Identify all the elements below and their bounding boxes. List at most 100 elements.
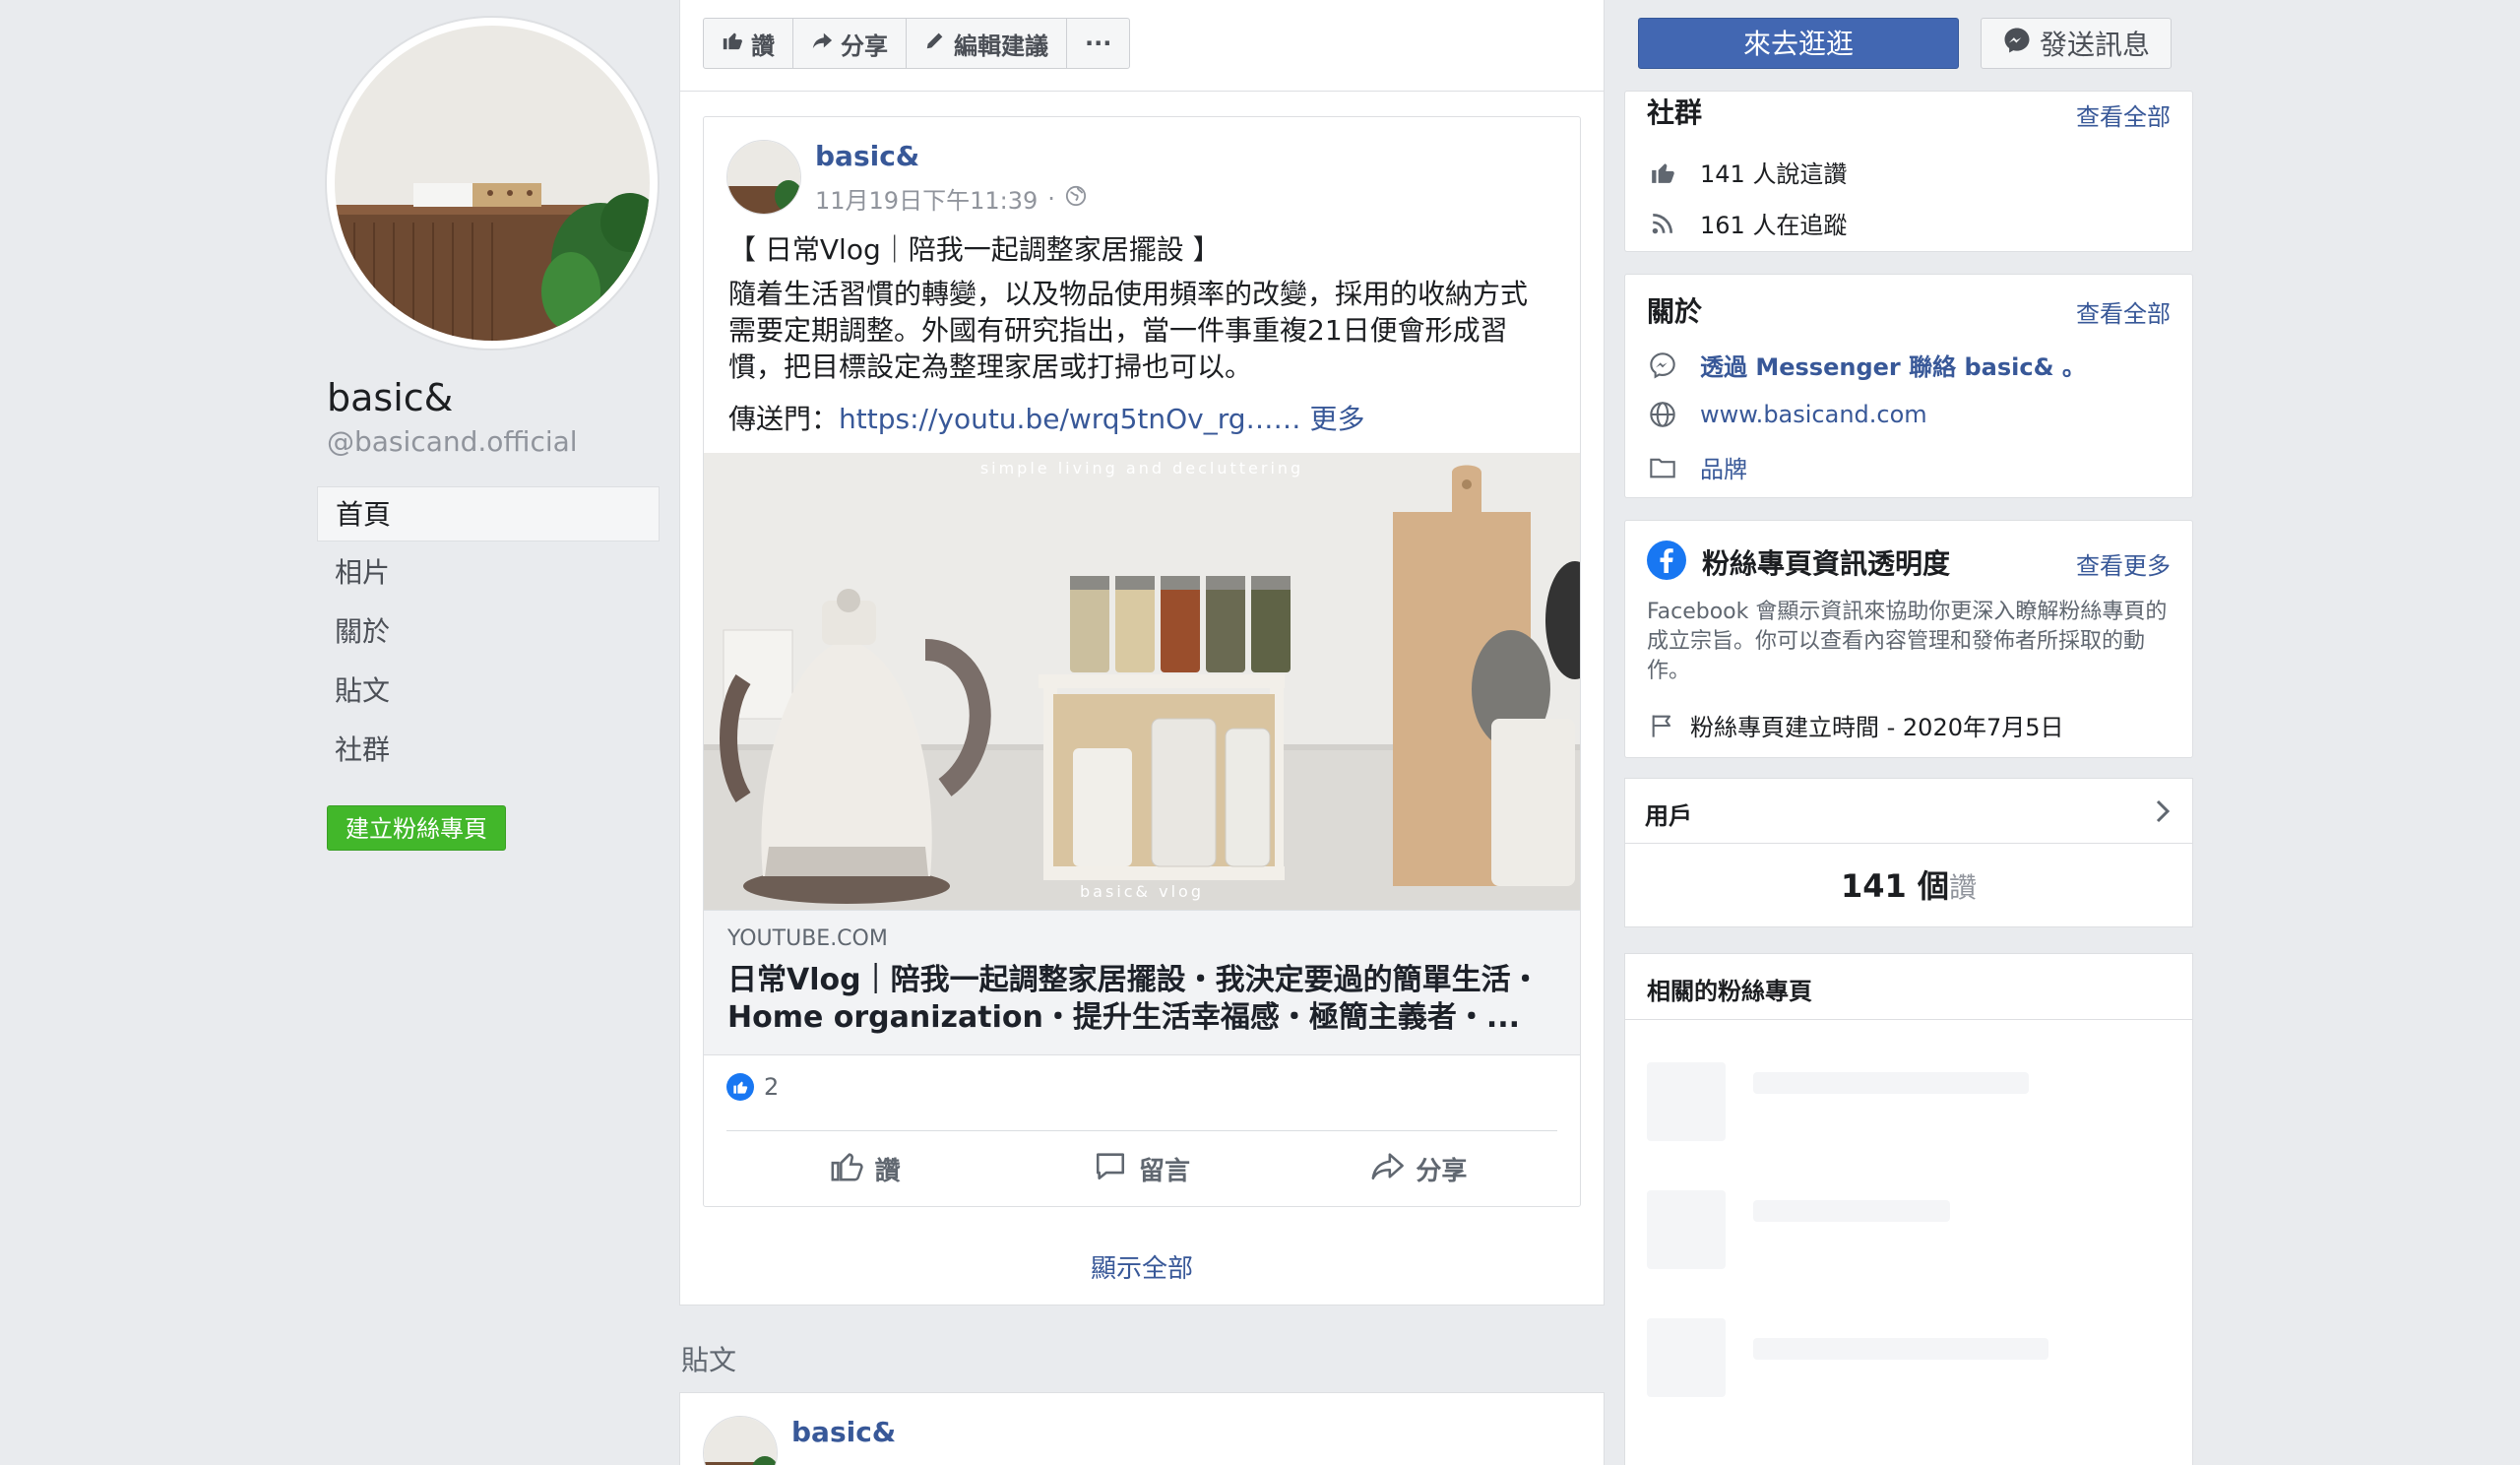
comment-bubble-icon [1094, 1149, 1127, 1189]
related-page-placeholder [1647, 1062, 1726, 1141]
page-handle: @basicand.official [327, 425, 578, 458]
shop-now-button[interactable]: 來去逛逛 [1638, 18, 1959, 69]
about-see-all-link[interactable]: 查看全部 [2076, 294, 2171, 329]
about-messenger-row[interactable]: 透過 Messenger 聯絡 basic& 。 [1647, 348, 2086, 382]
related-page-placeholder [1753, 1072, 2029, 1094]
posts-section-heading: 貼文 [681, 1344, 737, 1376]
thumbs-up-outline-icon [830, 1149, 863, 1189]
community-likes-row: 141 人說這讚 [1647, 155, 1847, 189]
related-page-placeholder [1753, 1338, 2048, 1360]
related-page-placeholder [1647, 1318, 1726, 1397]
page-action-bar: 讚 分享 編輯建議 ··· [703, 18, 1131, 69]
transparency-title: 粉絲專頁資訊透明度 [1702, 547, 1951, 580]
transparency-card: 粉絲專頁資訊透明度 查看更多 Facebook 會顯示資訊來協助你更深入瞭解粉絲… [1624, 520, 2193, 758]
profile-avatar[interactable] [335, 26, 650, 341]
about-website-text: www.basicand.com [1700, 401, 1927, 428]
pencil-icon [924, 30, 946, 57]
share-page-button[interactable]: 分享 [793, 19, 907, 68]
users-count-value: 141 個 [1841, 867, 1949, 905]
nav-item-about[interactable]: 關於 [317, 605, 660, 660]
post-share-label: 分享 [1416, 1156, 1468, 1186]
users-like-count: 141 個讚 [1624, 843, 2193, 927]
messenger-icon [1647, 350, 1678, 381]
share-arrow-icon [811, 30, 833, 57]
page-created-text: 粉絲專頁建立時間 - 2020年7月5日 [1690, 714, 2064, 741]
community-likes-text: 141 人說這讚 [1700, 160, 1848, 188]
globe-icon [1647, 399, 1678, 430]
post-body: 隨着生活習慣的轉變，以及物品使用頻率的改變，採用的收納方式需要定期調整。外國有研… [728, 278, 1529, 383]
nav-item-posts[interactable]: 貼文 [317, 664, 660, 719]
post-author-name[interactable]: basic& [815, 140, 919, 172]
divider [679, 91, 1605, 92]
post-author-name[interactable]: basic& [791, 1416, 896, 1448]
separator-dot: · [1047, 184, 1055, 213]
send-message-label: 發送訊息 [2039, 29, 2150, 61]
rss-follow-icon [1647, 208, 1678, 239]
about-card: 關於 查看全部 透過 Messenger 聯絡 basic& 。 www.bas… [1624, 274, 2193, 498]
post-link-image[interactable]: simple living and decluttering basic& vl… [704, 453, 1580, 910]
about-website-row[interactable]: www.basicand.com [1647, 399, 1927, 430]
nav-item-photos[interactable]: 相片 [317, 545, 660, 601]
post-share-button[interactable]: 分享 [1281, 1142, 1557, 1195]
post-timestamp[interactable]: 11月19日下午11:39 [815, 181, 1038, 216]
thumbs-up-icon [1647, 157, 1678, 188]
related-pages-title: 相關的粉絲專頁 [1647, 978, 1812, 1005]
community-see-all-link[interactable]: 查看全部 [2076, 97, 2171, 132]
community-follows-row: 161 人在追蹤 [1647, 206, 1847, 240]
divider [1625, 1019, 2192, 1020]
community-title: 社群 [1647, 96, 1703, 129]
post-actions: 讚 留言 分享 [726, 1142, 1557, 1195]
link-domain: YOUTUBE.COM [727, 926, 888, 951]
related-pages-card: 相關的粉絲專頁 [1624, 953, 2193, 1465]
nav-item-community[interactable]: 社群 [317, 723, 660, 778]
reaction-summary[interactable]: 2 [726, 1073, 779, 1101]
post-author-avatar[interactable] [726, 140, 801, 215]
suggest-edit-button[interactable]: 編輯建議 [907, 19, 1067, 68]
about-category-text: 品牌 [1700, 456, 1747, 483]
page-name: basic& [327, 376, 454, 419]
community-card: 社群 查看全部 141 人說這讚 161 人在追蹤 [1624, 91, 2193, 252]
see-more-link[interactable]: 更多 [1309, 403, 1364, 435]
flag-icon [1647, 710, 1678, 741]
link-prefix: 傳送門： [728, 403, 840, 435]
post-comment-button[interactable]: 留言 [1003, 1142, 1280, 1195]
folder-icon [1647, 452, 1678, 483]
like-count: 2 [764, 1073, 780, 1101]
page-nav: 首頁 相片 關於 貼文 社群 [317, 486, 660, 782]
thumbs-up-icon [722, 30, 743, 57]
image-caption-top: simple living and decluttering [979, 459, 1304, 478]
post-title: 【 日常Vlog｜陪我一起調整家居擺設 】 [728, 233, 1221, 266]
about-category-row[interactable]: 品牌 [1647, 450, 1747, 484]
post-timestamp-row: 11月19日下午11:39 · [815, 181, 1087, 216]
about-messenger-text: 透過 Messenger 聯絡 basic& 。 [1700, 353, 2086, 381]
send-message-button[interactable]: 發送訊息 [1981, 18, 2172, 69]
post-like-label: 讚 [874, 1156, 901, 1186]
show-all-link[interactable]: 顯示全部 [679, 1248, 1605, 1285]
chevron-right-icon [2151, 796, 2174, 830]
nav-item-home[interactable]: 首頁 [317, 486, 660, 541]
related-page-placeholder [1753, 1200, 1950, 1222]
post-url-link[interactable]: https://youtu.be/wrq5tnOv_rg [839, 403, 1246, 435]
link-title: 日常Vlog｜陪我一起調整家居擺設・我決定要過的簡單生活・Home organi… [727, 963, 1541, 1035]
related-page-placeholder [1647, 1190, 1726, 1269]
create-page-button[interactable]: 建立粉絲專頁 [327, 805, 506, 851]
transparency-see-more-link[interactable]: 查看更多 [2076, 546, 2171, 581]
community-follows-text: 161 人在追蹤 [1700, 212, 1848, 239]
messenger-icon [2002, 26, 2032, 62]
users-header[interactable]: 用戶 [1624, 778, 2193, 843]
like-reaction-icon [726, 1073, 754, 1101]
post-like-button[interactable]: 讚 [726, 1142, 1003, 1195]
transparency-header: 粉絲專頁資訊透明度 [1647, 541, 1950, 584]
suggest-edit-label: 編輯建議 [954, 32, 1048, 60]
transparency-description: Facebook 會顯示資訊來協助你更深入瞭解粉絲專頁的成立宗旨。你可以查看內容… [1647, 600, 2168, 683]
image-caption-bottom: basic& vlog [1080, 882, 1204, 901]
about-title: 關於 [1647, 295, 1703, 328]
like-page-button[interactable]: 讚 [704, 19, 793, 68]
globe-icon [1065, 185, 1087, 213]
more-options-button[interactable]: ··· [1067, 19, 1129, 68]
share-arrow-icon [1370, 1149, 1405, 1189]
facebook-logo-icon [1647, 541, 1686, 584]
link-preview[interactable]: YOUTUBE.COM 日常Vlog｜陪我一起調整家居擺設・我決定要過的簡單生活… [704, 910, 1580, 1055]
users-count-unit: 讚 [1948, 871, 1977, 904]
post-link-line: 傳送門：https://youtu.be/wrq5tnOv_rg…… 更多 [728, 398, 1364, 437]
